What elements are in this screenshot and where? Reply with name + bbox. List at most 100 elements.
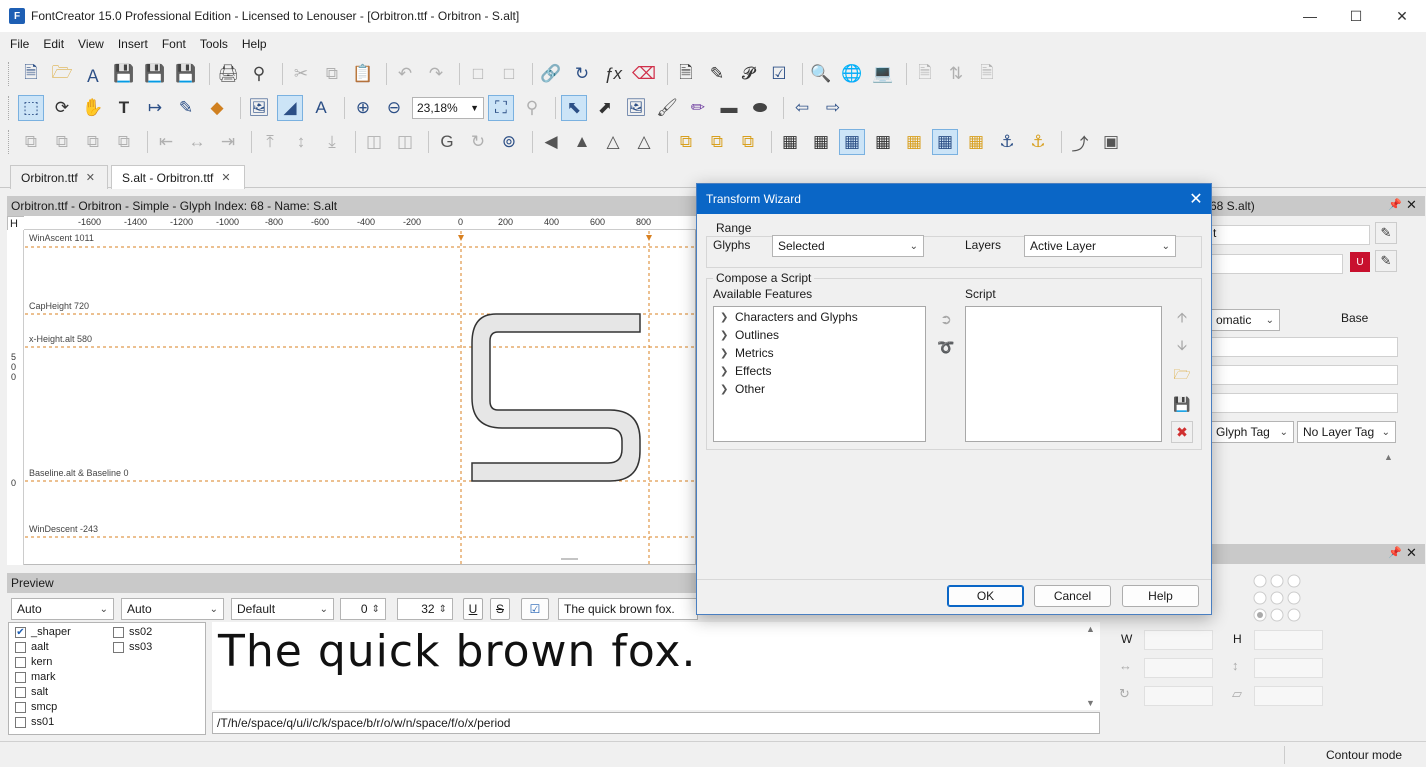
checkbox-icon[interactable] (15, 686, 26, 698)
tab-orbitron[interactable]: Orbitron.ttf ✕ (10, 165, 108, 189)
vertical-scale-field[interactable] (1254, 658, 1323, 678)
feature-smcp[interactable]: smcp (15, 701, 57, 713)
unlink-icon[interactable]: ↻ (569, 61, 595, 87)
strikethrough-button[interactable]: S (490, 598, 510, 620)
tree-item-other[interactable]: ❯ Other (720, 382, 765, 396)
grid-icon[interactable]: ▦ (777, 129, 803, 155)
feature-shaper[interactable]: ✔ _shaper (15, 626, 71, 638)
scroll-up-icon[interactable]: ▲ (1384, 452, 1393, 462)
close-panel-icon[interactable]: ✕ (1406, 197, 1417, 213)
previous-glyph-icon[interactable]: ⇦ (789, 95, 815, 121)
redo-icon[interactable]: ↷ (423, 61, 449, 87)
anchor-lock-icon[interactable]: ⚓ (1025, 129, 1051, 155)
scroll-down-icon[interactable]: ▼ (1086, 698, 1095, 708)
layout-combo[interactable]: Default ⌄ (231, 598, 334, 620)
save-all-icon[interactable]: 💾 (142, 61, 168, 87)
edit-name-icon[interactable]: ✎ (1375, 222, 1397, 244)
layer-tag-combo[interactable]: No Layer Tag ⌄ (1297, 421, 1396, 443)
grid-red-icon[interactable]: ▦ (870, 129, 896, 155)
pointer-icon[interactable]: ⬉ (561, 95, 587, 121)
checkbox-icon[interactable] (113, 641, 124, 653)
feature-salt[interactable]: salt (15, 686, 48, 698)
underline-button[interactable]: U (463, 598, 483, 620)
hand-icon[interactable]: ✋ (80, 95, 106, 121)
pin-icon[interactable]: 📌 (1388, 198, 1402, 211)
edit-list-icon[interactable]: ✎ (704, 61, 730, 87)
save-script-icon[interactable]: 💾 (1171, 393, 1193, 415)
glyph-select-icon[interactable]: G (434, 129, 460, 155)
mirror-icon[interactable]: △ (600, 129, 626, 155)
lasso-icon[interactable]: ⟳ (49, 95, 75, 121)
brush-icon[interactable]: 🖌 (654, 95, 680, 121)
open-folder-icon[interactable]: 🗁 (49, 61, 75, 87)
combine-icon[interactable]: ⧉ (18, 129, 44, 155)
distribute-v-icon[interactable]: ◫ (392, 129, 418, 155)
glyph-copy-icon[interactable]: □ (465, 61, 491, 87)
checkbox-icon[interactable] (113, 626, 124, 638)
align-right-icon[interactable]: ⇥ (215, 129, 241, 155)
remove-from-script-icon[interactable]: ➰ (935, 336, 957, 358)
save-icon[interactable]: 💾 (111, 61, 137, 87)
script-combo[interactable]: Auto ⌄ (11, 598, 114, 620)
copy-icon[interactable]: ⧉ (319, 61, 345, 87)
grid-undo-icon[interactable]: ▦ (808, 129, 834, 155)
delete-script-icon[interactable]: ✖ (1171, 421, 1193, 443)
path-icon[interactable]: ⤴ (1067, 129, 1093, 155)
toolbar-grip[interactable] (8, 96, 12, 120)
chevron-right-icon[interactable]: ❯ (720, 348, 732, 359)
paste-icon[interactable]: 📋 (350, 61, 376, 87)
glyph-paste-icon[interactable]: □ (496, 61, 522, 87)
rotate-icon[interactable]: ↻ (465, 129, 491, 155)
move-up-icon[interactable]: 🡩 (1171, 308, 1193, 330)
property-field-1[interactable] (1210, 337, 1398, 357)
align-middle-icon[interactable]: ↕ (288, 129, 314, 155)
chevron-right-icon[interactable]: ❯ (720, 366, 732, 377)
checkbox-icon[interactable] (15, 716, 26, 728)
script-list[interactable] (965, 306, 1162, 442)
horizontal-scale-field[interactable] (1144, 658, 1213, 678)
table-icon[interactable]: ▣ (1098, 129, 1124, 155)
chevron-right-icon[interactable]: ❯ (720, 384, 732, 395)
glyph-type-combo[interactable]: omatic ⌄ (1210, 309, 1280, 331)
select-rect-icon[interactable]: ⬚ (18, 95, 44, 121)
align-bottom-icon[interactable]: ⤓ (319, 129, 345, 155)
glyph-string-input[interactable]: /T/h/e/space/q/u/i/c/k/space/b/r/o/w/n/s… (212, 712, 1100, 734)
flip-left-icon[interactable]: ◀ (538, 129, 564, 155)
unicode-icon[interactable]: U (1350, 252, 1370, 272)
overlap-icon[interactable]: ⧉ (735, 129, 761, 155)
text-tool-icon[interactable]: 𝓟 (735, 61, 761, 87)
maximize-button[interactable]: ☐ (1333, 0, 1379, 32)
zoom-in-icon[interactable]: ⊕ (350, 95, 376, 121)
feature-ss03[interactable]: ss03 (113, 641, 152, 653)
toolbar-grip[interactable] (8, 130, 12, 154)
help-button[interactable]: Help (1122, 585, 1199, 607)
grid-lock-icon[interactable]: ▦ (901, 129, 927, 155)
text-icon[interactable]: T (111, 95, 137, 121)
web-preview-icon[interactable]: 🌐 (839, 61, 865, 87)
function-icon[interactable]: ƒx (600, 61, 626, 87)
close-panel-icon[interactable]: ✕ (1406, 545, 1417, 561)
pencil-icon[interactable]: ✏ (685, 95, 711, 121)
grid-columns-icon[interactable]: ▦ (932, 129, 958, 155)
print-icon[interactable]: 🖨 (215, 61, 241, 87)
toolbar-grip[interactable] (8, 62, 12, 86)
size-spinner[interactable]: 32 ⇕ (397, 598, 453, 620)
cancel-button[interactable]: Cancel (1034, 585, 1111, 607)
link-icon[interactable]: 🔗 (538, 61, 564, 87)
open-script-icon[interactable]: 🗁 (1171, 365, 1193, 387)
undo-icon[interactable]: ↶ (392, 61, 418, 87)
menu-tools[interactable]: Tools (200, 37, 228, 51)
next-glyph-icon[interactable]: ⇨ (820, 95, 846, 121)
export-icon[interactable]: 🗎 (974, 61, 1000, 87)
ungroup-icon[interactable]: ⧉ (704, 129, 730, 155)
close-window-button[interactable]: ✕ (1379, 0, 1425, 32)
unicode-field[interactable] (1210, 254, 1343, 274)
feature-ss01[interactable]: ss01 (15, 716, 54, 728)
rotate-field[interactable] (1144, 686, 1213, 706)
checkbox-icon[interactable] (15, 671, 26, 683)
cut-icon[interactable]: ✂ (288, 61, 314, 87)
edit-unicode-icon[interactable]: ✎ (1375, 250, 1397, 272)
skew-icon[interactable]: △ (631, 129, 657, 155)
tab-s-alt[interactable]: S.alt - Orbitron.ttf ✕ (111, 165, 245, 189)
checkbox-icon[interactable] (15, 656, 26, 668)
